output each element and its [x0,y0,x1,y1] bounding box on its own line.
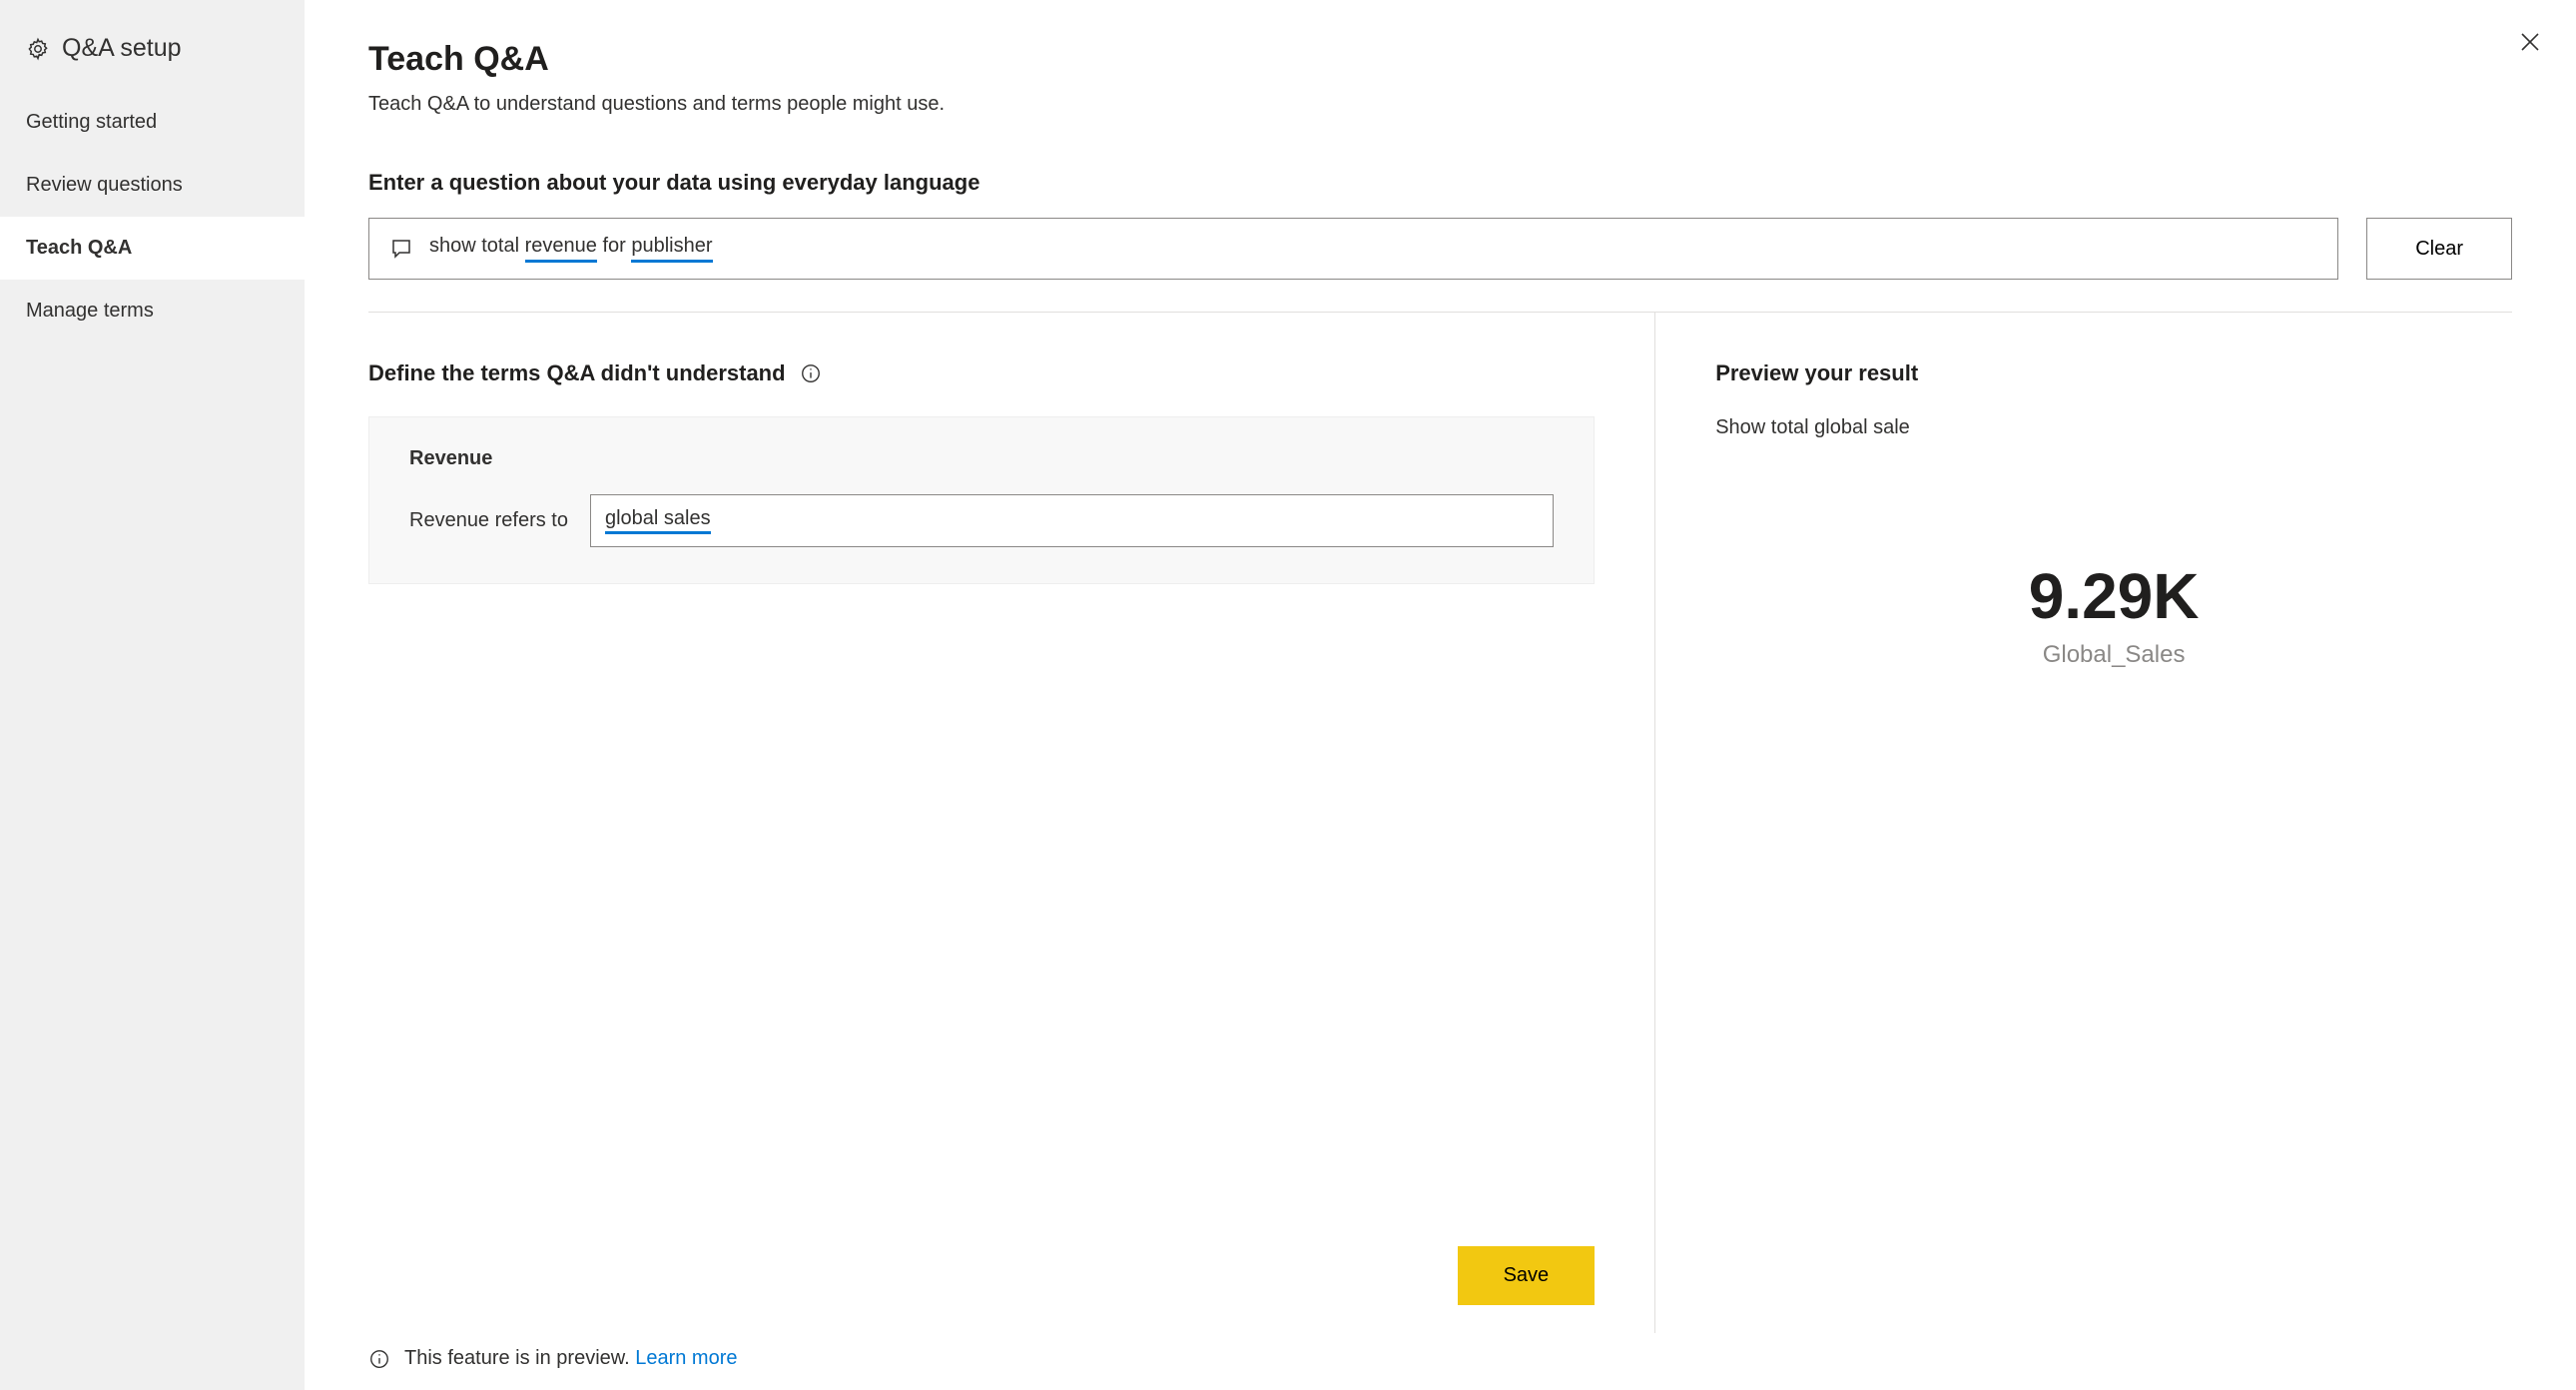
preview-field-label: Global_Sales [1715,641,2512,669]
term-card-revenue: Revenue Revenue refers to global sales [368,416,1595,584]
clear-button[interactable]: Clear [2366,218,2512,280]
info-icon [368,1348,390,1370]
close-button[interactable] [2512,24,2548,60]
question-input[interactable]: show total revenue for publisher [368,218,2338,280]
preview-footer: This feature is in preview. Learn more [368,1333,2512,1390]
preview-heading: Preview your result [1715,360,2512,386]
footer-text: This feature is in preview. [404,1347,635,1369]
define-heading: Define the terms Q&A didn't understand [368,360,1595,386]
term-name: Revenue [409,447,1554,470]
term-refers-label: Revenue refers to [409,509,568,532]
preview-pane: Preview your result Show total global sa… [1654,313,2512,1333]
sidebar-item-getting-started[interactable]: Getting started [0,91,305,154]
question-section-label: Enter a question about your data using e… [368,170,2512,196]
sidebar: Q&A setup Getting started Review questio… [0,0,305,1390]
sidebar-title: Q&A setup [62,34,182,63]
sidebar-item-manage-terms[interactable]: Manage terms [0,280,305,343]
main-content: Teach Q&A Teach Q&A to understand questi… [305,0,2576,1390]
term-definition-input[interactable]: global sales [590,494,1554,547]
term-revenue: revenue [525,235,597,263]
preview-result: 9.29K Global_Sales [1715,559,2512,669]
info-icon[interactable] [800,362,822,384]
learn-more-link[interactable]: Learn more [635,1347,737,1369]
page-subtitle: Teach Q&A to understand questions and te… [368,93,2512,116]
preview-value: 9.29K [1715,559,2512,633]
sidebar-header: Q&A setup [0,34,305,91]
save-button[interactable]: Save [1458,1246,1596,1305]
sidebar-item-review-questions[interactable]: Review questions [0,154,305,217]
preview-caption: Show total global sale [1715,416,2512,439]
gear-icon [26,37,50,61]
sidebar-item-teach-qa[interactable]: Teach Q&A [0,217,305,280]
term-publisher: publisher [631,235,712,263]
chat-icon [389,237,413,261]
define-terms-pane: Define the terms Q&A didn't understand R… [368,313,1654,1333]
question-text: show total revenue for publisher [429,235,713,263]
page-title: Teach Q&A [368,40,2512,79]
